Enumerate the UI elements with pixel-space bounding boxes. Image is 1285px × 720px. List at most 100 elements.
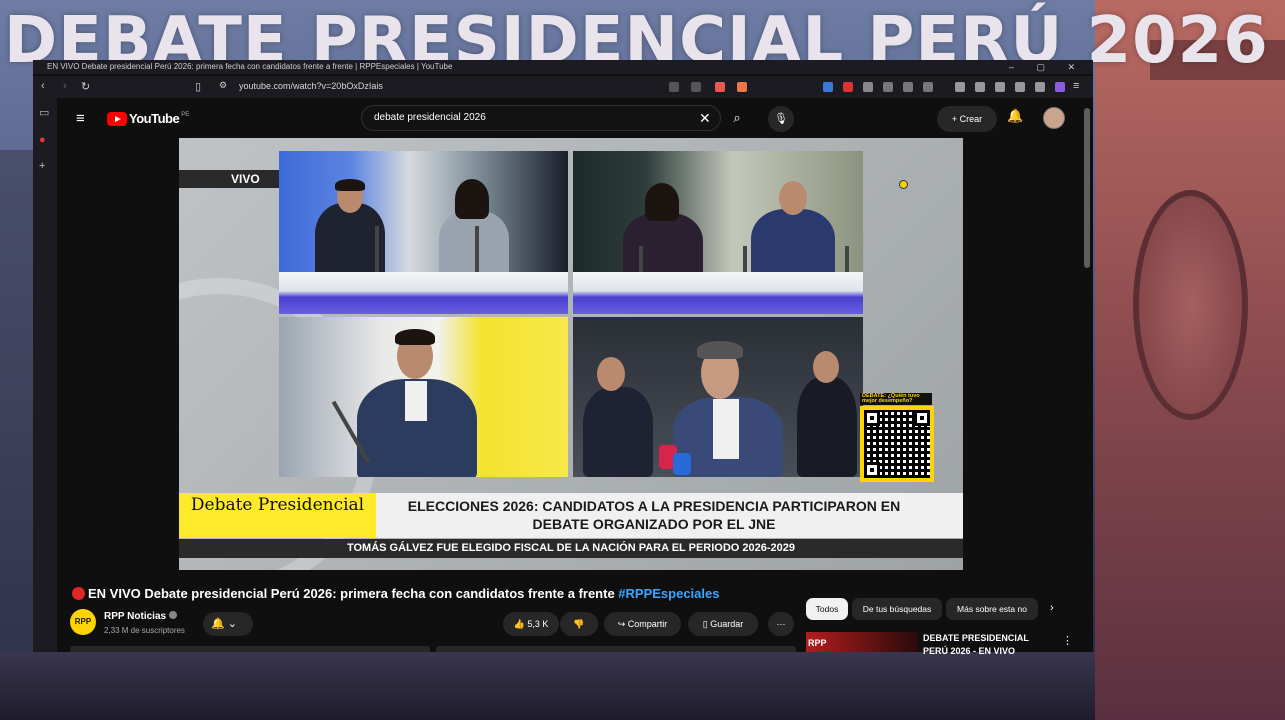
video-title-text: EN VIVO Debate presidencial Perú 2026: p… bbox=[88, 586, 619, 601]
subscription-bell-button[interactable]: 🔔 ⌄ bbox=[203, 612, 253, 636]
channel-avatar[interactable]: RPP bbox=[70, 609, 96, 635]
more-icon: ⋯ bbox=[776, 619, 786, 629]
avatar[interactable] bbox=[1043, 107, 1065, 129]
share-page-icon[interactable] bbox=[691, 82, 701, 92]
video-panel-host bbox=[279, 317, 568, 477]
url-field[interactable]: youtube.com/watch?v=20bOxDzIais bbox=[239, 81, 383, 91]
live-indicator-icon bbox=[899, 180, 908, 189]
screenshot-icon[interactable] bbox=[995, 82, 1005, 92]
region-code: PE bbox=[181, 111, 190, 118]
extension-icon[interactable] bbox=[863, 82, 873, 92]
studio-desk bbox=[573, 272, 863, 314]
share-button[interactable]: ↪ Compartir bbox=[604, 612, 681, 636]
studio-desk bbox=[279, 272, 568, 314]
save-button[interactable]: ▯ Guardar bbox=[688, 612, 758, 636]
sidebar-panel-icon[interactable]: ▭ bbox=[39, 106, 49, 119]
qr-corner-icon bbox=[914, 410, 930, 426]
person-hair bbox=[645, 183, 679, 221]
browser-sidebar: ▭ ● + bbox=[33, 98, 57, 652]
more-actions-button[interactable]: ⋯ bbox=[768, 612, 794, 636]
extensions-icon[interactable] bbox=[1015, 82, 1025, 92]
like-button[interactable]: 👍 5,3 K bbox=[503, 612, 559, 636]
chip-mas-sobre-esta[interactable]: Más sobre esta no bbox=[946, 598, 1038, 620]
recommendation-thumbnail[interactable]: RPP bbox=[806, 632, 918, 652]
chevron-right-icon[interactable]: › bbox=[1050, 602, 1054, 614]
recommendation-title[interactable]: DEBATE PRESIDENCIAL PERÚ 2026 - EN VIVO bbox=[923, 632, 1053, 658]
thumbs-up-icon: 👍 bbox=[513, 619, 525, 629]
hashtag-link[interactable]: #RPPEspeciales bbox=[618, 586, 719, 601]
profile-icon[interactable] bbox=[1055, 82, 1065, 92]
youtube-pin-icon[interactable]: ● bbox=[39, 134, 46, 146]
extension-icon[interactable] bbox=[923, 82, 933, 92]
extension-icon[interactable] bbox=[903, 82, 913, 92]
scrollbar[interactable] bbox=[1084, 108, 1090, 268]
create-label: Crear bbox=[959, 114, 983, 124]
description-box[interactable] bbox=[70, 646, 430, 652]
person-hair bbox=[697, 341, 743, 359]
menu-icon[interactable]: ≡ bbox=[1073, 80, 1079, 92]
cast-icon[interactable] bbox=[669, 82, 679, 92]
person bbox=[583, 387, 653, 477]
search-button[interactable]: ⌕ bbox=[721, 105, 753, 131]
notifications-icon[interactable]: 🔔 bbox=[1007, 108, 1023, 124]
brave-shield-icon[interactable] bbox=[715, 82, 725, 92]
person-head bbox=[779, 181, 807, 215]
qr-code[interactable] bbox=[860, 406, 934, 482]
channel-name[interactable]: RPP Noticias bbox=[104, 611, 178, 622]
microphone-icon bbox=[673, 453, 691, 475]
video-title: EN VIVO Debate presidencial Perú 2026: p… bbox=[72, 586, 792, 601]
qr-corner-icon bbox=[864, 462, 880, 478]
chip-todos[interactable]: Todos bbox=[806, 598, 848, 620]
person bbox=[797, 377, 857, 477]
tab-title[interactable]: EN VIVO Debate presidencial Perú 2026: p… bbox=[47, 62, 452, 71]
vpn-icon[interactable] bbox=[1035, 82, 1045, 92]
live-dot-icon bbox=[72, 587, 85, 600]
youtube-logo-text: YouTube bbox=[129, 111, 180, 126]
forward-icon[interactable]: › bbox=[63, 80, 67, 92]
sidebar-toggle-icon[interactable] bbox=[975, 82, 985, 92]
search-input[interactable]: debate presidencial 2026 bbox=[361, 105, 721, 131]
voice-search-icon[interactable]: 🎙 bbox=[768, 106, 794, 132]
save-icon: ▯ bbox=[702, 619, 708, 629]
youtube-header: ≡ YouTube PE debate presidencial 2026 ✕ … bbox=[57, 98, 1093, 138]
rewards-icon[interactable] bbox=[737, 82, 747, 92]
address-bar: ‹ › ↻ ▯ ⚙ youtube.com/watch?v=20bOxDzIai… bbox=[33, 76, 1093, 98]
back-icon[interactable]: ‹ bbox=[41, 80, 45, 92]
window-title-bar: EN VIVO Debate presidencial Perú 2026: p… bbox=[33, 60, 1093, 74]
thumbs-down-icon: 👎 bbox=[573, 619, 585, 629]
live-badge: VIVO bbox=[179, 170, 283, 188]
hamburger-menu-icon[interactable]: ≡ bbox=[76, 110, 85, 127]
kebab-menu-icon[interactable]: ⋮ bbox=[1062, 634, 1073, 647]
person-hair bbox=[455, 179, 489, 219]
chip-de-tus-busquedas[interactable]: De tus búsquedas bbox=[852, 598, 942, 620]
video-panel-candidate bbox=[573, 317, 863, 477]
site-info-icon[interactable]: ⚙ bbox=[219, 80, 227, 91]
description-box[interactable] bbox=[436, 646, 796, 652]
youtube-logo[interactable]: YouTube PE bbox=[107, 111, 189, 126]
person-head bbox=[597, 357, 625, 391]
extension-icon[interactable] bbox=[823, 82, 833, 92]
clock-face bbox=[1133, 190, 1248, 420]
dislike-button[interactable]: 👎 bbox=[560, 612, 598, 636]
save-label: Guardar bbox=[710, 619, 744, 629]
music-icon[interactable] bbox=[955, 82, 965, 92]
bookmark-icon[interactable]: ▯ bbox=[195, 80, 201, 93]
city-skyline-bottom bbox=[0, 652, 1285, 720]
extension-icon[interactable] bbox=[883, 82, 893, 92]
person-shirt bbox=[713, 399, 739, 459]
reload-icon[interactable]: ↻ bbox=[81, 80, 90, 93]
window-controls[interactable]: – ▢ ✕ bbox=[1009, 60, 1085, 74]
qr-corner-icon bbox=[864, 410, 880, 426]
share-icon: ↪ bbox=[617, 619, 626, 629]
person-hair bbox=[335, 179, 365, 191]
extension-icon[interactable] bbox=[843, 82, 853, 92]
add-icon[interactable]: + bbox=[39, 160, 45, 172]
headline: ELECCIONES 2026: CANDIDATOS A LA PRESIDE… bbox=[407, 498, 901, 532]
qr-label: DEBATE: ¿Quién tuvo mejor desempeño? bbox=[860, 393, 932, 405]
create-button[interactable]: + Crear bbox=[937, 106, 997, 132]
youtube-play-icon bbox=[107, 111, 127, 126]
clear-search-icon[interactable]: ✕ bbox=[699, 110, 711, 127]
video-player[interactable]: VIVO DEBATE: ¿Quién tuvo mejor desempeño… bbox=[179, 138, 963, 570]
person-hair bbox=[395, 329, 435, 345]
video-panel-studio-left bbox=[279, 151, 568, 314]
